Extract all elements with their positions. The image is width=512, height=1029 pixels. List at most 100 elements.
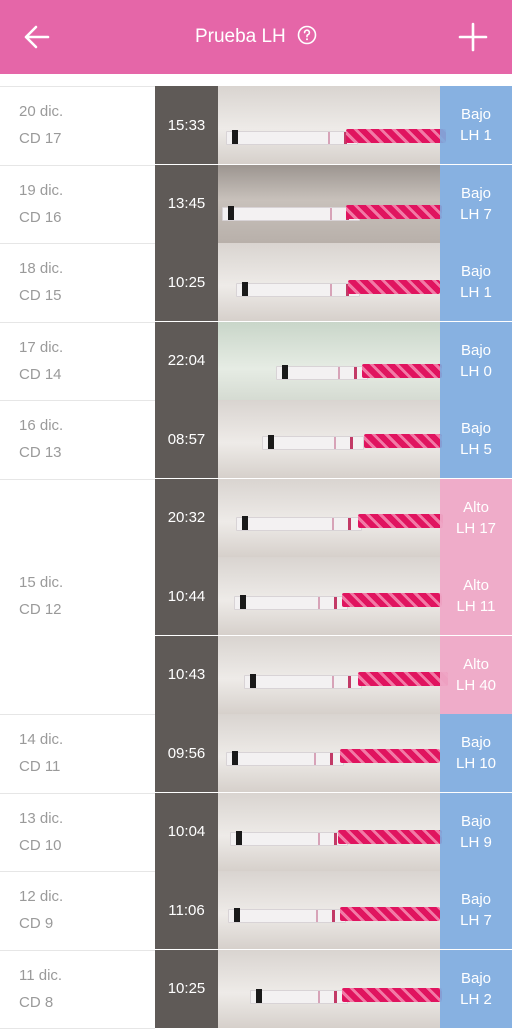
strip-test-line <box>318 832 320 845</box>
strip-handle <box>358 513 443 528</box>
result-lh-value: LH 7 <box>460 912 492 929</box>
date-group: 16 dic. CD 13 <box>0 400 155 479</box>
test-result: Bajo LH 10 <box>440 714 512 792</box>
test-result: Bajo LH 0 <box>440 321 512 400</box>
strip-handle <box>362 363 442 378</box>
app-header: Prueba LH <box>0 0 512 74</box>
result-lh-value: LH 1 <box>460 127 492 144</box>
test-time: 10:43 <box>155 635 218 714</box>
test-strip-photo <box>218 243 440 321</box>
strip-test-line <box>314 753 316 765</box>
test-time: 08:57 <box>155 400 218 478</box>
result-level: Bajo <box>460 263 492 280</box>
strip-control-line <box>354 366 357 379</box>
test-time: 10:44 <box>155 557 218 635</box>
strip-test-line <box>330 207 332 220</box>
cycle-day-label: CD 13 <box>19 444 62 462</box>
cycle-day-label: CD 12 <box>19 601 62 619</box>
test-strip <box>226 752 344 766</box>
result-level: Bajo <box>460 812 492 830</box>
strip-test-line <box>318 597 320 609</box>
strip-max-mark <box>242 515 248 530</box>
strip-test-line <box>332 675 334 688</box>
strip-handle <box>340 907 440 921</box>
strip-max-mark <box>242 282 248 296</box>
date-group: 14 dic. CD 11 <box>0 714 155 793</box>
test-result: Bajo LH 1 <box>440 243 512 321</box>
result-level: Alto <box>463 498 489 516</box>
cycle-day-label: CD 9 <box>19 915 54 933</box>
strip-max-mark <box>240 595 246 609</box>
test-entry-row[interactable]: 10:25 Bajo LH 1 <box>155 243 512 321</box>
date-label: 12 dic. <box>19 888 64 906</box>
test-entry-row[interactable]: 22:04 Bajo LH 0 <box>155 321 512 400</box>
test-strip <box>262 436 364 450</box>
test-result: Bajo LH 7 <box>440 164 512 243</box>
strip-handle <box>364 434 442 448</box>
result-level: Bajo <box>460 734 492 751</box>
test-entry-row[interactable]: 10:44 Alto LH 11 <box>155 557 512 635</box>
strip-max-mark <box>282 364 288 379</box>
cycle-day-label: CD 11 <box>19 758 61 776</box>
date-label: 16 dic. <box>19 417 64 435</box>
test-strip <box>222 206 360 221</box>
result-level: Bajo <box>460 184 492 202</box>
help-circle-icon[interactable] <box>297 25 317 45</box>
test-entry-row[interactable]: 10:25 Bajo LH 2 <box>155 949 512 1028</box>
test-strip-photo <box>218 714 440 792</box>
test-strip-photo <box>218 164 442 243</box>
cycle-day-label: CD 17 <box>19 130 62 148</box>
strip-control-line <box>334 832 337 845</box>
test-result: Alto LH 11 <box>440 557 512 635</box>
result-level: Alto <box>463 655 489 673</box>
result-level: Bajo <box>460 420 492 437</box>
test-strip-photo <box>218 321 442 400</box>
date-group: 11 dic. CD 8 <box>0 950 155 1029</box>
cycle-day-label: CD 15 <box>19 287 62 305</box>
result-lh-value: LH 5 <box>460 441 492 458</box>
test-entry-row[interactable]: 10:43 Alto LH 40 <box>155 635 512 714</box>
result-level: Bajo <box>460 106 492 123</box>
test-strip <box>244 674 362 689</box>
test-entry-row[interactable]: 09:56 Bajo LH 10 <box>155 714 512 792</box>
result-lh-value: LH 1 <box>460 284 492 301</box>
strip-handle <box>348 280 440 294</box>
test-entry-row[interactable]: 10:04 Bajo LH 9 <box>155 792 512 871</box>
test-time: 09:56 <box>155 714 218 792</box>
strip-handle <box>346 129 446 143</box>
add-test-button[interactable] <box>454 18 492 56</box>
result-level: Alto <box>463 577 489 594</box>
test-entry-row[interactable]: 20:32 Alto LH 17 <box>155 478 512 557</box>
test-strip-photo <box>218 949 442 1028</box>
test-strip <box>236 516 362 531</box>
strip-test-line <box>338 366 340 379</box>
test-time: 10:04 <box>155 792 218 871</box>
test-time: 20:32 <box>155 478 218 557</box>
date-group: 13 dic. CD 10 <box>0 793 155 872</box>
plus-icon <box>458 22 488 52</box>
test-entry-row[interactable]: 08:57 Bajo LH 5 <box>155 400 512 478</box>
test-strip-photo <box>218 86 446 164</box>
strip-control-line <box>350 437 353 449</box>
strip-control-line <box>334 597 337 609</box>
result-lh-value: LH 17 <box>455 519 497 537</box>
test-entry-row[interactable]: 13:45 Bajo LH 7 <box>155 164 512 243</box>
test-strip <box>226 131 358 145</box>
strip-test-line <box>334 437 336 449</box>
result-level: Bajo <box>460 341 492 359</box>
date-group: 19 dic. CD 16 <box>0 165 155 244</box>
date-group: 18 dic. CD 15 <box>0 243 155 322</box>
test-entry-row[interactable]: 11:06 Bajo LH 7 <box>155 871 512 949</box>
strip-control-line <box>334 990 337 1003</box>
strip-control-line <box>348 675 351 688</box>
test-strip <box>230 831 348 846</box>
test-result: Bajo LH 5 <box>440 400 512 478</box>
strip-test-line <box>332 517 334 530</box>
result-lh-value: LH 9 <box>460 833 492 851</box>
strip-test-line <box>328 132 330 144</box>
test-entry-row[interactable]: 15:33 Bajo LH 1 <box>155 86 512 164</box>
cycle-day-label: CD 16 <box>19 208 62 226</box>
lh-test-list[interactable]: 20 dic. CD 17 19 dic. CD 16 18 dic. CD 15 17 d… <box>0 74 512 1029</box>
test-result: Bajo LH 9 <box>440 792 512 871</box>
strip-max-mark <box>228 205 234 220</box>
